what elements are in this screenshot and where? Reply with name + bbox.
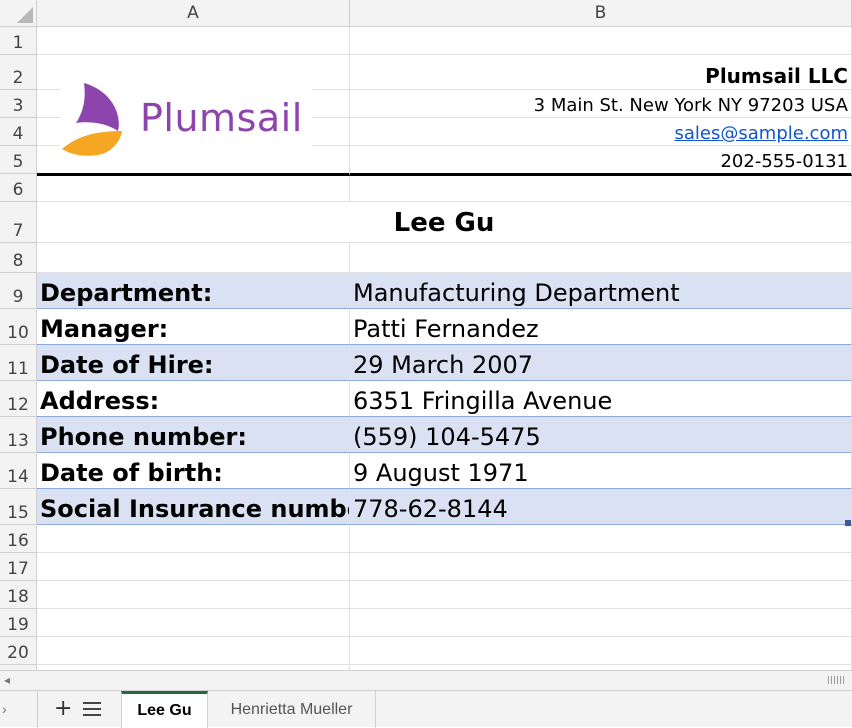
- field-value-phone[interactable]: (559) 104-5475: [350, 417, 852, 453]
- scroll-grip-icon[interactable]: [828, 676, 846, 684]
- sheet-tab-bar: › + Lee Gu Henrietta Mueller: [0, 690, 852, 728]
- row-header-13[interactable]: 13: [0, 417, 37, 453]
- scroll-left-icon[interactable]: ◂: [4, 673, 10, 687]
- cell-a1[interactable]: [37, 27, 350, 55]
- field-label-date-of-hire[interactable]: Date of Hire:: [37, 345, 350, 381]
- company-email-cell[interactable]: sales@sample.com: [350, 118, 852, 146]
- row-header-15[interactable]: 15: [0, 489, 37, 525]
- company-phone[interactable]: 202-555-0131: [350, 146, 852, 176]
- field-label-department[interactable]: Department:: [37, 273, 350, 309]
- row-header-7[interactable]: 7: [0, 202, 37, 243]
- row-header-10[interactable]: 10: [0, 309, 37, 345]
- company-address[interactable]: 3 Main St. New York NY 97203 USA: [350, 90, 852, 118]
- column-header-a[interactable]: A: [37, 0, 350, 27]
- cell-b1[interactable]: [350, 27, 852, 55]
- corner-triangle-icon: [17, 7, 33, 23]
- cell-a17[interactable]: [37, 553, 350, 581]
- cell-b8[interactable]: [350, 243, 852, 273]
- cell-b20[interactable]: [350, 637, 852, 665]
- cell-b16[interactable]: [350, 525, 852, 553]
- row-header-4[interactable]: 4: [0, 118, 37, 146]
- cell-a8[interactable]: [37, 243, 350, 273]
- cell-a20[interactable]: [37, 637, 350, 665]
- sheet-tab-henrietta-mueller[interactable]: Henrietta Mueller: [208, 691, 376, 728]
- cell-a19[interactable]: [37, 609, 350, 637]
- row-header-20[interactable]: 20: [0, 637, 37, 665]
- row-header-19[interactable]: 19: [0, 609, 37, 637]
- field-value-department[interactable]: Manufacturing Department: [350, 273, 852, 309]
- row-header-9[interactable]: 9: [0, 273, 37, 309]
- cell-a18[interactable]: [37, 581, 350, 609]
- select-all-corner[interactable]: [0, 0, 37, 27]
- add-sheet-icon[interactable]: +: [54, 696, 72, 721]
- sheet-list-icon[interactable]: [83, 702, 101, 716]
- cell-a6[interactable]: [37, 176, 350, 202]
- cell-b6[interactable]: [350, 176, 852, 202]
- sail-logo-icon: [62, 83, 122, 156]
- field-value-address[interactable]: 6351 Fringilla Avenue: [350, 381, 852, 417]
- field-value-manager[interactable]: Patti Fernandez: [350, 309, 852, 345]
- horizontal-scrollbar[interactable]: ◂: [0, 670, 852, 690]
- row-header-5[interactable]: 5: [0, 146, 37, 174]
- row-header-3[interactable]: 3: [0, 90, 37, 118]
- fill-handle[interactable]: [845, 520, 851, 526]
- spreadsheet-grid[interactable]: A B 1 2 3 4 5 6 7 8 9 10 11 12 13 14 15 …: [0, 0, 852, 670]
- employee-name-title[interactable]: Lee Gu: [37, 202, 852, 243]
- field-value-sin[interactable]: 778-62-8144: [350, 489, 852, 525]
- company-logo: Plumsail: [60, 77, 312, 159]
- field-label-sin[interactable]: Social Insurance number:: [37, 489, 350, 525]
- row-header-12[interactable]: 12: [0, 381, 37, 417]
- cell-a16[interactable]: [37, 525, 350, 553]
- sheet-tab-lee-gu[interactable]: Lee Gu: [121, 691, 208, 728]
- row-header-18[interactable]: 18: [0, 581, 37, 609]
- row-header-6[interactable]: 6: [0, 174, 37, 202]
- row-header-1[interactable]: 1: [0, 27, 37, 55]
- row-header-2[interactable]: 2: [0, 55, 37, 90]
- company-name[interactable]: Plumsail LLC: [350, 55, 852, 90]
- company-email-link[interactable]: sales@sample.com: [675, 123, 848, 144]
- row-header-8[interactable]: 8: [0, 243, 37, 273]
- cell-b19[interactable]: [350, 609, 852, 637]
- row-header-11[interactable]: 11: [0, 345, 37, 381]
- logo-wordmark: Plumsail: [140, 96, 303, 140]
- field-value-date-of-birth[interactable]: 9 August 1971: [350, 453, 852, 489]
- cell-b17[interactable]: [350, 553, 852, 581]
- field-label-date-of-birth[interactable]: Date of birth:: [37, 453, 350, 489]
- field-label-manager[interactable]: Manager:: [37, 309, 350, 345]
- row-header-14[interactable]: 14: [0, 453, 37, 489]
- tab-scroll-arrow-icon[interactable]: ›: [2, 701, 7, 717]
- row-header-16[interactable]: 16: [0, 525, 37, 553]
- cell-b18[interactable]: [350, 581, 852, 609]
- tab-bar-divider: [37, 691, 38, 728]
- field-label-phone[interactable]: Phone number:: [37, 417, 350, 453]
- row-header-17[interactable]: 17: [0, 553, 37, 581]
- column-header-b[interactable]: B: [350, 0, 852, 27]
- field-label-address[interactable]: Address:: [37, 381, 350, 417]
- field-value-date-of-hire[interactable]: 29 March 2007: [350, 345, 852, 381]
